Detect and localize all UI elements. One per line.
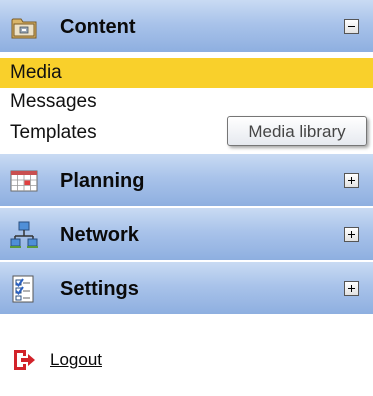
logout-link[interactable]: Logout <box>50 346 102 374</box>
section-title: Content <box>60 16 136 38</box>
folder-icon <box>11 18 37 39</box>
expand-toggle-button[interactable] <box>344 281 359 296</box>
section-header-content[interactable]: Content <box>0 0 373 54</box>
collapse-toggle-button[interactable] <box>344 19 359 34</box>
section-header-planning[interactable]: Planning <box>0 154 373 208</box>
section-title: Network <box>60 224 139 246</box>
section-header-settings[interactable]: Settings <box>0 262 373 316</box>
section-title: Planning <box>60 170 145 192</box>
expand-toggle-button[interactable] <box>344 227 359 242</box>
list-item-messages[interactable]: Messages <box>0 87 373 117</box>
checklist-icon <box>12 275 34 303</box>
list-item-media[interactable]: Media <box>0 58 373 88</box>
section-header-network[interactable]: Network <box>0 208 373 262</box>
expand-toggle-button[interactable] <box>344 173 359 188</box>
logout-icon <box>14 350 35 370</box>
navigation-panel: Content Media Messages Templates Plannin… <box>0 0 373 316</box>
tooltip: Media library <box>227 116 367 146</box>
network-icon <box>10 221 38 248</box>
section-title: Settings <box>60 278 139 300</box>
calendar-icon <box>10 170 38 192</box>
